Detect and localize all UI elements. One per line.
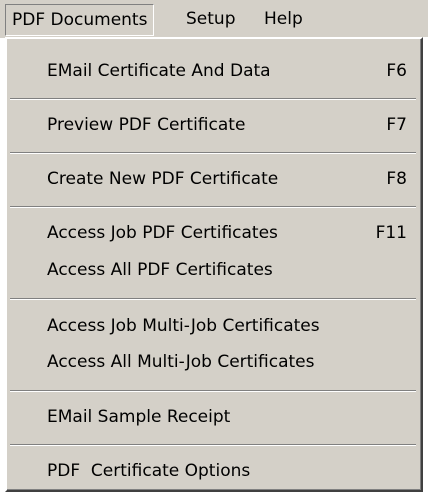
menu-item-shortcut: F11 [375,223,407,243]
menu-help[interactable]: Help [264,0,303,38]
menu-item-pdf-certificate-options[interactable]: PDF Certificate Options [7,453,417,489]
pdf-documents-dropdown: EMail Certificate And Data F6 Preview PD… [5,37,423,492]
menu-item-label: Access All Multi-Job Certificates [47,352,315,372]
menu-separator [10,390,416,392]
menu-separator [10,444,416,446]
application-window: PDF Documents Setup Help EMail Certifica… [0,0,428,494]
menu-item-access-all-pdf-certificates[interactable]: Access All PDF Certificates [7,252,417,288]
menu-item-label: EMail Certificate And Data [47,61,271,81]
menu-item-shortcut: F7 [386,115,407,135]
menu-item-label: Access All PDF Certificates [47,260,273,280]
menu-item-access-all-multi-job-certificates[interactable]: Access All Multi-Job Certificates [7,344,417,380]
menu-item-email-sample-receipt[interactable]: EMail Sample Receipt [7,399,417,435]
menu-item-preview-pdf-certificate[interactable]: Preview PDF Certificate F7 [7,107,417,143]
menu-setup[interactable]: Setup [186,0,235,38]
menu-separator [10,206,416,208]
menu-item-shortcut: F8 [386,169,407,189]
menu-item-email-certificate-and-data[interactable]: EMail Certificate And Data F6 [7,53,417,89]
menu-item-label: PDF Certificate Options [47,461,251,481]
menu-item-label: EMail Sample Receipt [47,407,231,427]
menu-item-create-new-pdf-certificate[interactable]: Create New PDF Certificate F8 [7,161,417,197]
menu-item-access-job-pdf-certificates[interactable]: Access Job PDF Certificates F11 [7,215,417,251]
menu-item-access-job-multi-job-certificates[interactable]: Access Job Multi-Job Certificates [7,308,417,344]
menu-separator [10,98,416,100]
menu-item-label: Access Job Multi-Job Certificates [47,316,320,336]
menu-separator [10,152,416,154]
menu-pdf-documents[interactable]: PDF Documents [5,4,155,36]
menu-item-shortcut: F6 [386,61,407,81]
menu-item-label: Create New PDF Certificate [47,169,279,189]
background-window-edge [423,37,428,494]
menu-item-label: Access Job PDF Certificates [47,223,278,243]
menu-item-label: Preview PDF Certificate [47,115,246,135]
menu-separator [10,298,416,300]
menu-bar: PDF Documents Setup Help [0,0,428,38]
